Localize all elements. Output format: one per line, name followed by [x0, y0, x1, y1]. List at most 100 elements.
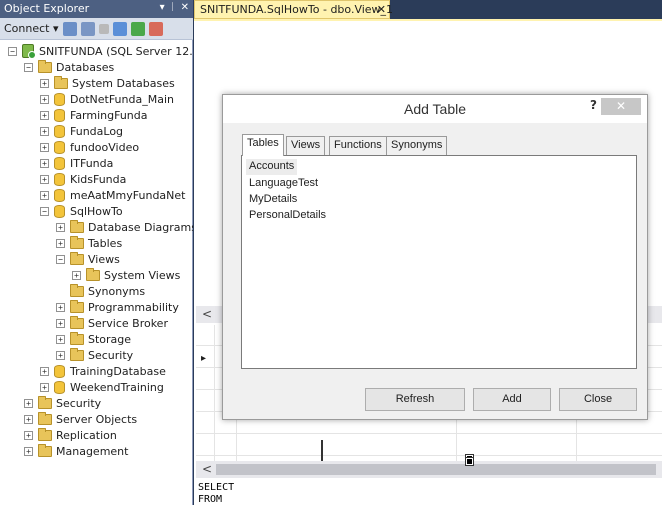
scrollbar-thumb[interactable] — [216, 464, 656, 475]
tree-node-label: fundooVideo — [70, 140, 140, 154]
expand-icon[interactable]: + — [40, 126, 49, 136]
tree-node-label: Server Objects — [56, 412, 138, 426]
expand-icon[interactable]: + — [40, 382, 49, 392]
tab-synonyms[interactable]: Synonyms — [386, 136, 448, 155]
grid-line — [214, 325, 215, 463]
tree-node[interactable]: + fundooVideo — [40, 139, 139, 155]
tree-node[interactable]: − SNITFUNDA (SQL Server 12.0.20 — [8, 43, 193, 59]
tree-node[interactable]: − Databases — [24, 59, 114, 75]
tree-node[interactable]: + Replication — [24, 427, 117, 443]
list-item-personaldetails[interactable]: PersonalDetails — [246, 208, 329, 224]
tree-node[interactable]: + WeekendTraining — [40, 379, 164, 395]
scroll-left-icon[interactable]: < — [202, 462, 212, 476]
tree-node-label: Security — [88, 348, 134, 362]
collapse-icon[interactable]: − — [56, 254, 65, 264]
list-item-mydetails[interactable]: MyDetails — [246, 192, 300, 208]
row-indicator-icon: ▸ — [201, 353, 207, 364]
tree-node[interactable]: + Security — [56, 347, 133, 363]
tree-node[interactable]: + Tables — [56, 235, 122, 251]
list-item-accounts[interactable]: Accounts — [246, 159, 298, 175]
tab-tables[interactable]: Tables — [242, 134, 284, 156]
collapse-icon[interactable]: − — [24, 62, 33, 72]
expand-icon[interactable]: + — [40, 174, 49, 184]
expand-icon[interactable]: + — [56, 238, 65, 248]
expand-icon[interactable]: + — [40, 94, 49, 104]
tree-node[interactable]: + Server Objects — [24, 411, 137, 427]
tree-node[interactable]: + System Views — [72, 267, 180, 283]
refresh-icon[interactable] — [130, 21, 145, 36]
tree-node[interactable]: + DotNetFunda_Main — [40, 91, 174, 107]
tree-node-label: SqlHowTo — [70, 204, 123, 218]
expand-icon[interactable]: + — [40, 142, 49, 152]
tree-node-label: DotNetFunda_Main — [70, 92, 174, 106]
expand-icon[interactable]: + — [40, 366, 49, 376]
tree-node[interactable]: + Security — [24, 395, 101, 411]
tree-node[interactable]: Synonyms — [56, 283, 145, 299]
tree-node-label: TrainingDatabase — [70, 364, 166, 378]
tree-node[interactable]: + System Databases — [40, 75, 175, 91]
expand-icon[interactable]: + — [72, 270, 81, 280]
tree-node-label: Database Diagrams — [88, 220, 193, 234]
close-tab-icon[interactable]: ✕ — [377, 3, 386, 16]
expand-icon[interactable]: + — [24, 398, 33, 408]
pin-icon[interactable]: ᛁ — [170, 1, 176, 15]
tree-node[interactable]: + KidsFunda — [40, 171, 126, 187]
database-icon — [54, 124, 65, 138]
help-icon[interactable]: ? — [590, 98, 597, 112]
list-item-languagetest[interactable]: LanguageTest — [246, 176, 321, 192]
tab-view-designer[interactable]: SNITFUNDA.SqlHowTo - dbo.View_1 ✕ — [194, 0, 393, 19]
expand-icon[interactable]: + — [56, 350, 65, 360]
refresh-button[interactable]: Refresh — [365, 388, 465, 411]
tree-node[interactable]: + FarmingFunda — [40, 107, 148, 123]
tree-node[interactable]: + FundaLog — [40, 123, 123, 139]
filter-icon[interactable] — [112, 21, 127, 36]
disconnect-icon[interactable] — [80, 21, 95, 36]
expand-icon[interactable]: + — [56, 222, 65, 232]
expand-icon[interactable]: + — [24, 430, 33, 440]
tree-node[interactable]: + ITFunda — [40, 155, 113, 171]
tree-node[interactable]: + Service Broker — [56, 315, 168, 331]
dialog-close-button[interactable]: ✕ — [601, 98, 641, 115]
tab-views[interactable]: Views — [286, 136, 326, 155]
expand-icon[interactable]: + — [56, 334, 65, 344]
tree-node[interactable]: + TrainingDatabase — [40, 363, 166, 379]
tab-functions[interactable]: Functions — [329, 136, 387, 155]
collapse-icon[interactable]: − — [40, 206, 49, 216]
connect-object-explorer-icon[interactable] — [62, 21, 77, 36]
tree-node[interactable]: + Database Diagrams — [56, 219, 193, 235]
tree-node[interactable]: + Storage — [56, 331, 131, 347]
activity-monitor-icon[interactable] — [148, 21, 163, 36]
folder-icon — [70, 315, 84, 329]
folder-icon — [38, 411, 52, 425]
sql-pane[interactable]: SELECT FROM — [196, 480, 662, 505]
add-button[interactable]: Add — [473, 388, 551, 411]
expand-icon[interactable]: + — [40, 78, 49, 88]
window-position-dropdown-icon[interactable]: ▾ — [160, 1, 165, 15]
scroll-left-icon[interactable]: < — [202, 307, 212, 321]
expand-icon[interactable]: + — [56, 302, 65, 312]
stop-icon[interactable] — [98, 23, 109, 34]
collapse-icon[interactable]: − — [8, 46, 17, 56]
grid-horizontal-scrollbar[interactable]: < — [196, 457, 662, 478]
folder-icon — [38, 59, 52, 73]
table-list[interactable]: Accounts LanguageTest MyDetails Personal… — [241, 155, 637, 369]
folder-icon — [70, 251, 84, 265]
tree-node[interactable]: + Programmability — [56, 299, 179, 315]
tree-node[interactable]: + meAatMmyFundaNet — [40, 187, 185, 203]
expand-icon[interactable]: + — [24, 414, 33, 424]
tree-node-label: KidsFunda — [70, 172, 127, 186]
expand-icon[interactable]: + — [56, 318, 65, 328]
connect-button[interactable]: Connect ▾ — [4, 22, 59, 35]
expand-icon[interactable]: + — [40, 190, 49, 200]
expand-icon[interactable]: + — [24, 446, 33, 456]
close-button[interactable]: Close — [559, 388, 637, 411]
tree-node[interactable]: − Views — [56, 251, 120, 267]
expand-icon[interactable]: + — [40, 110, 49, 120]
output-checkbox[interactable] — [465, 457, 474, 466]
close-panel-icon[interactable]: ✕ — [181, 1, 189, 15]
tree-node[interactable]: − SqlHowTo — [40, 203, 123, 219]
tree-node[interactable]: + Management — [24, 443, 128, 459]
expand-icon[interactable]: + — [40, 158, 49, 168]
object-explorer-titlebar: Object Explorer ▾ ᛁ ✕ — [0, 0, 193, 18]
